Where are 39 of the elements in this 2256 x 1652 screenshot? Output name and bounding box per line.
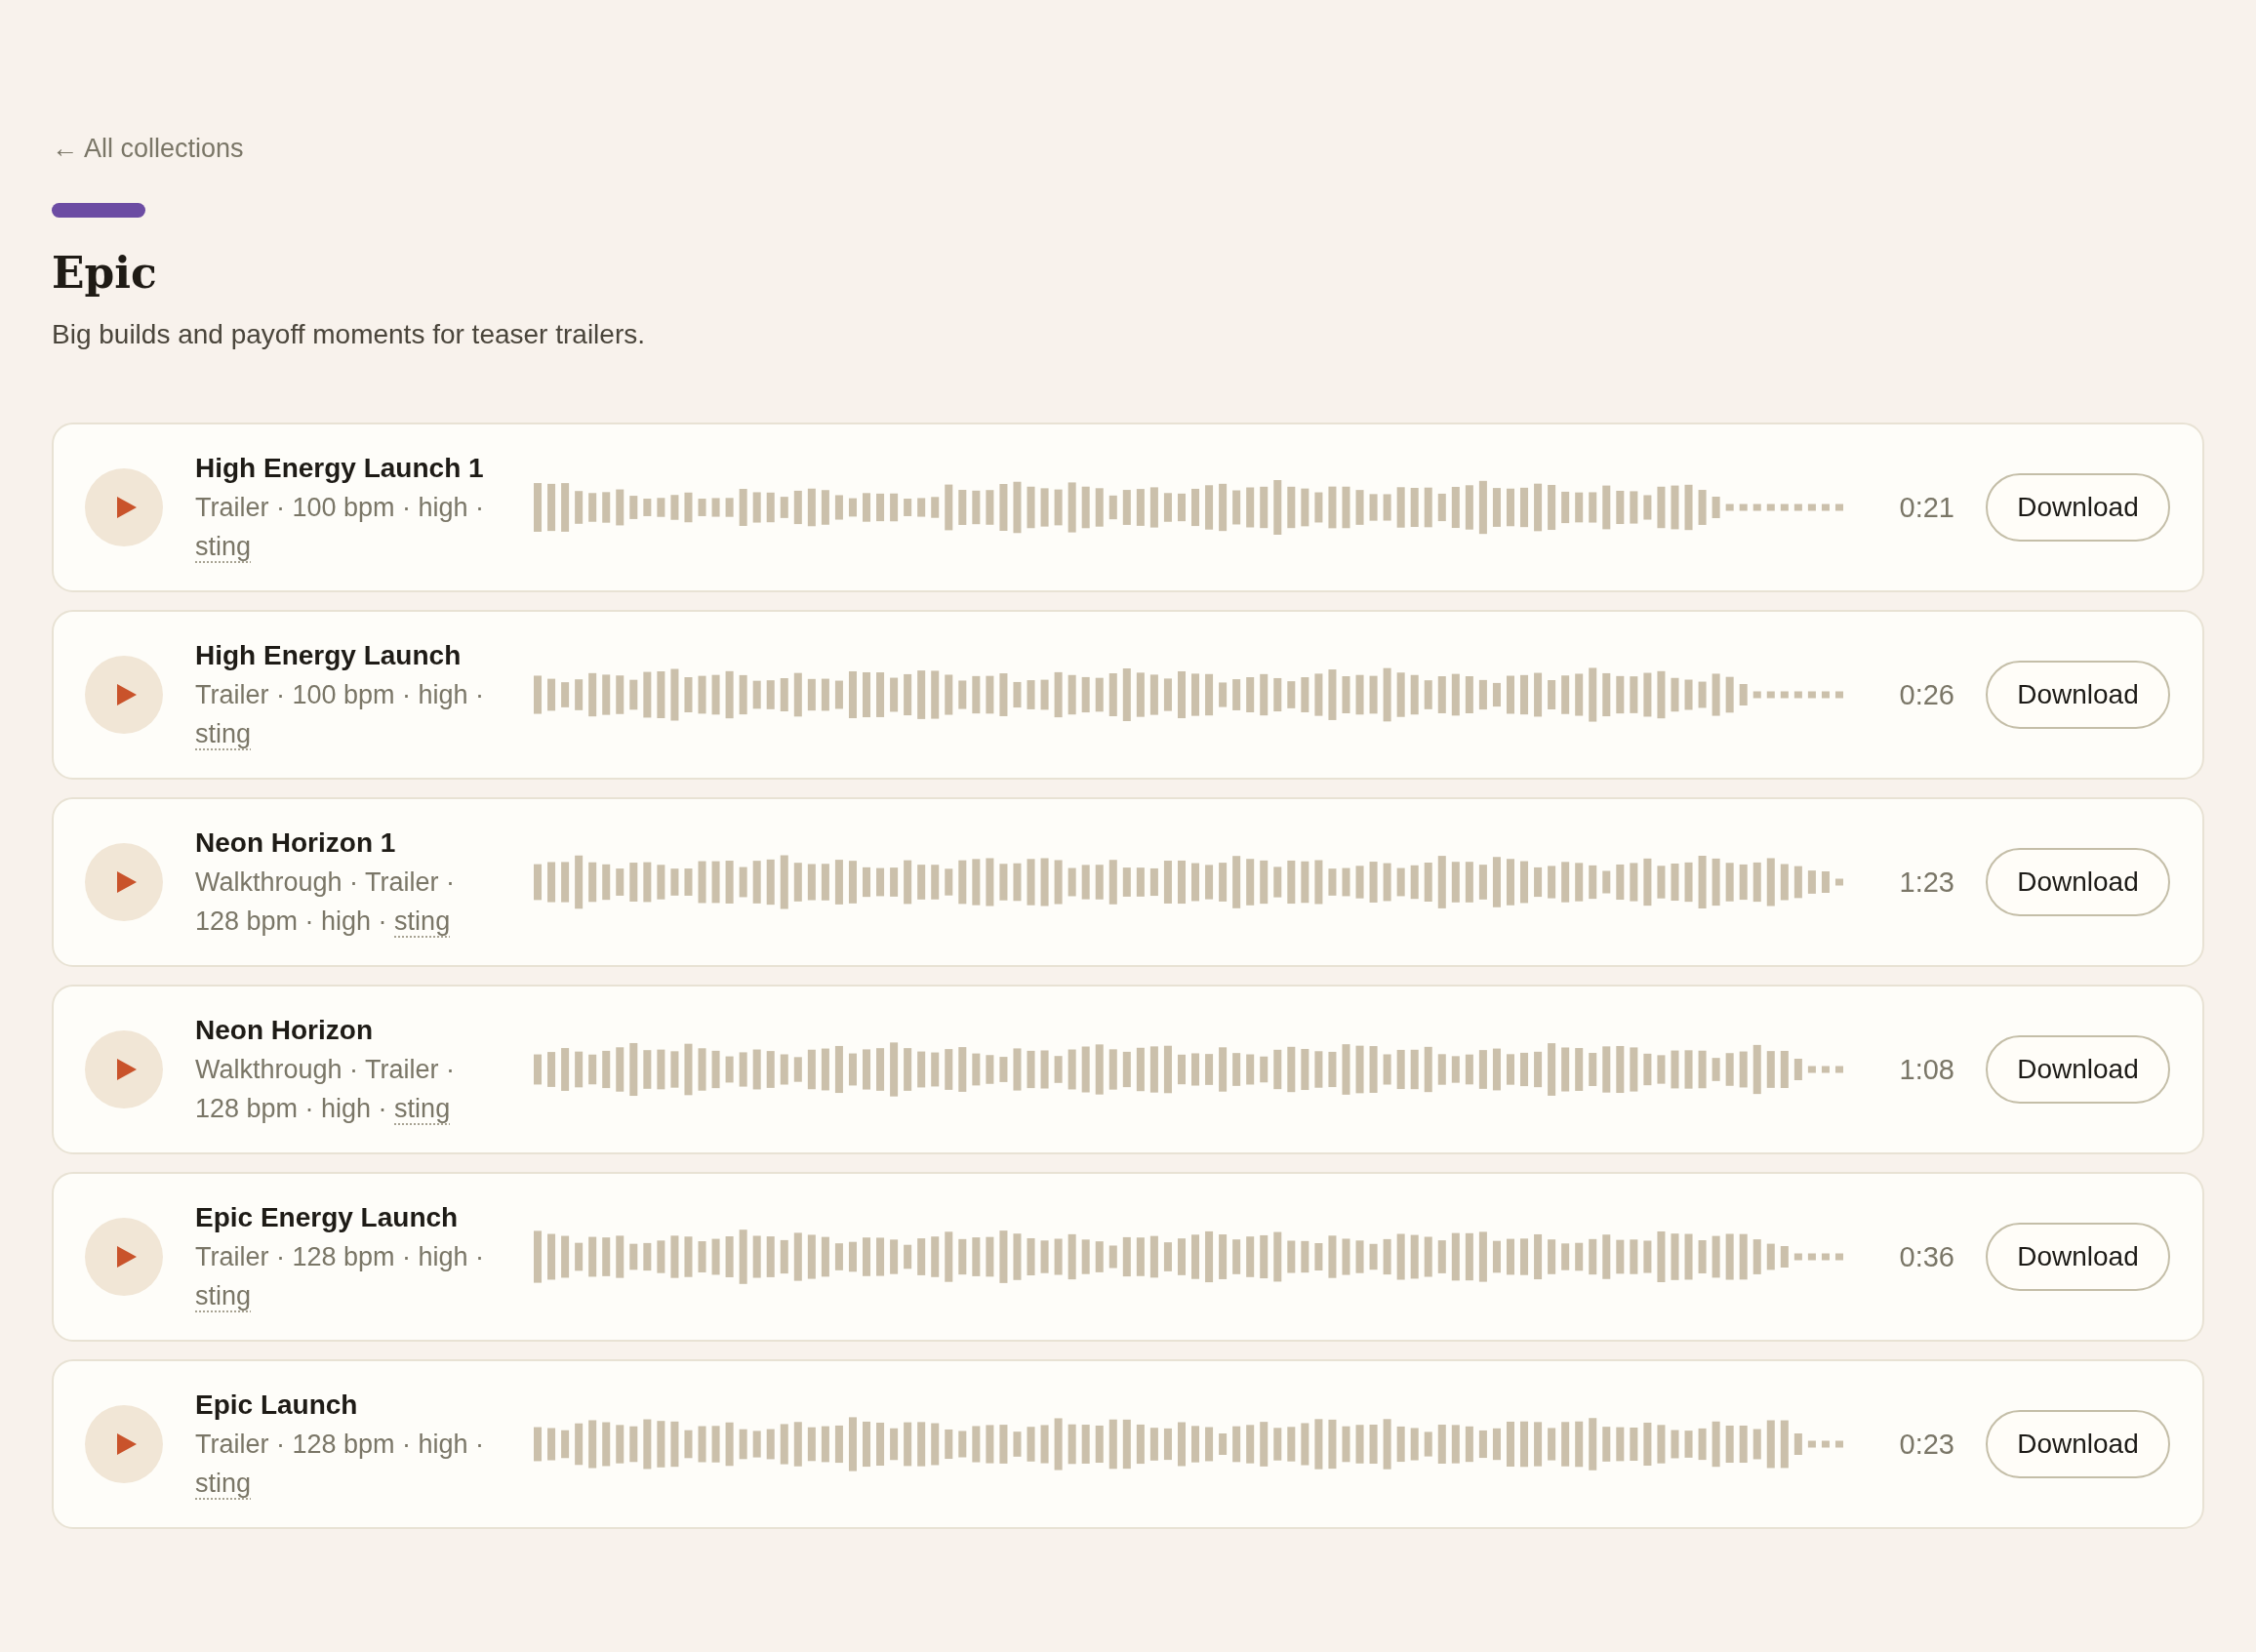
collection-title: Epic — [52, 247, 158, 300]
tag-link[interactable]: sting — [394, 907, 451, 936]
track-title: High Energy Launch — [195, 639, 463, 672]
play-icon — [116, 1059, 137, 1080]
track-duration: 0:21 — [1898, 491, 1954, 524]
track-title: Epic Energy Launch — [195, 1201, 460, 1234]
track-duration: 0:36 — [1898, 1240, 1954, 1273]
tag-link[interactable]: sting — [195, 1281, 252, 1310]
track-meta: Trailer · 100 bpm · high · sting — [195, 679, 486, 750]
track-title: Epic Launch — [195, 1389, 359, 1422]
tag-link[interactable]: sting — [394, 1094, 451, 1123]
track-duration: 0:26 — [1898, 678, 1954, 711]
track-meta: Walkthrough · Trailer · 128 bpm · high · sting — [195, 1054, 457, 1125]
tag-link[interactable]: sting — [195, 532, 252, 561]
download-button[interactable]: Download — [1986, 848, 2170, 916]
play-icon — [116, 684, 137, 705]
track-meta: Trailer · 128 bpm · high · sting — [195, 1241, 486, 1312]
tag-link[interactable]: sting — [195, 1469, 252, 1498]
collection-description: Big builds and payoff moments for teaser trailers. — [52, 318, 646, 351]
track-meta: Trailer · 100 bpm · high · sting — [195, 492, 486, 563]
track-meta: Walkthrough · Trailer · 128 bpm · high · sting — [195, 866, 457, 938]
download-button[interactable]: Download — [1986, 1035, 2170, 1104]
play-icon — [116, 497, 137, 518]
track-title: High Energy Launch 1 — [195, 452, 485, 485]
track-duration: 0:23 — [1898, 1428, 1954, 1461]
download-button[interactable]: Download — [1986, 661, 2170, 729]
play-icon — [116, 1246, 137, 1268]
tag-link[interactable]: sting — [195, 719, 252, 748]
track-title: Neon Horizon — [195, 1014, 374, 1047]
track-duration: 1:08 — [1898, 1053, 1954, 1086]
track-title: Neon Horizon 1 — [195, 826, 397, 860]
play-icon — [116, 1433, 137, 1455]
track-duration: 1:23 — [1898, 866, 1954, 899]
download-button[interactable]: Download — [1986, 1223, 2170, 1291]
download-button[interactable]: Download — [1986, 1410, 2170, 1478]
download-button[interactable]: Download — [1986, 473, 2170, 542]
back-link[interactable]: ← All collections — [52, 131, 244, 166]
play-icon — [116, 871, 137, 893]
track-meta: Trailer · 128 bpm · high · sting — [195, 1429, 486, 1500]
